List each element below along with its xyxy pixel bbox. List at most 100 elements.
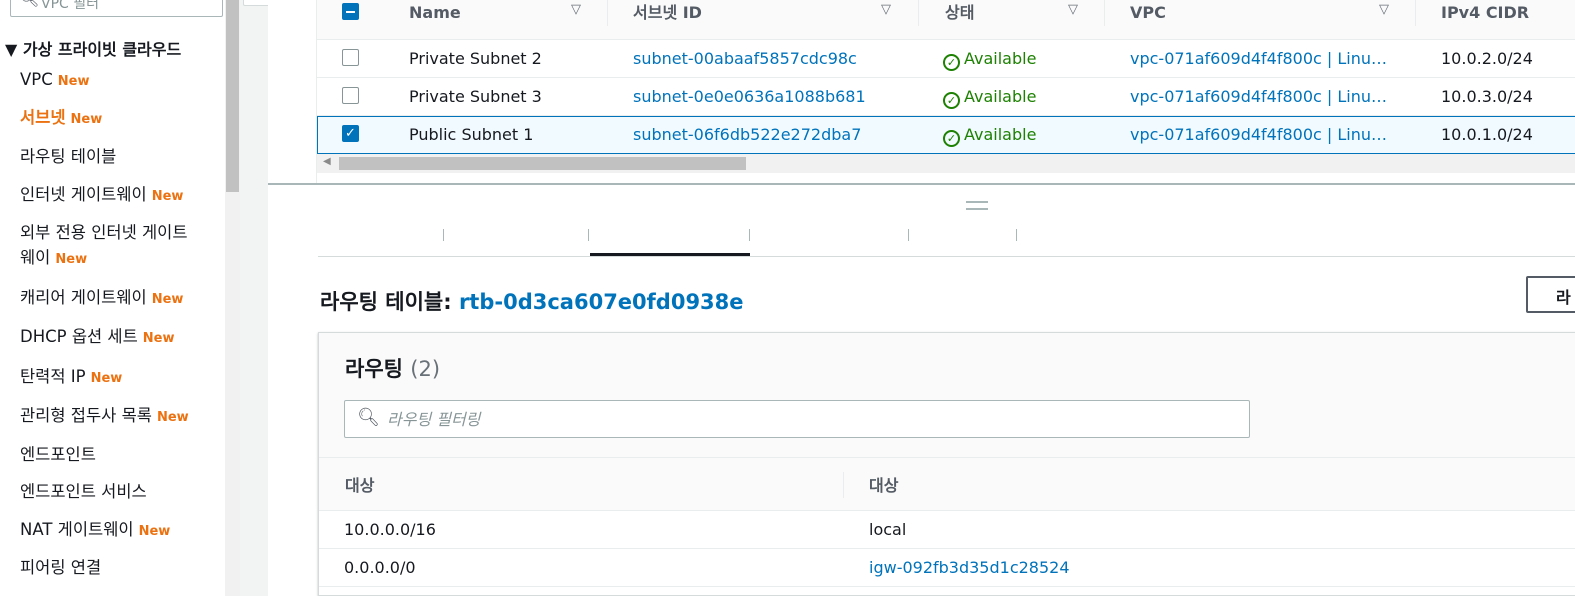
check-circle-icon: ✓ [943, 130, 960, 147]
tab-divider [1016, 229, 1017, 241]
routes-panel-header: 라우팅 (2) 🔍︎ [319, 333, 1575, 458]
cidr-value: 10.0.1.0/24 [1441, 125, 1533, 144]
new-badge: New [70, 112, 103, 127]
sidebar-item-subnets[interactable]: 서브넷 New [20, 106, 102, 132]
tab-divider [443, 229, 444, 241]
sidebar-item-label: 외부 전용 인터넷 게이트 [20, 223, 188, 242]
new-badge: New [156, 410, 189, 425]
sidebar-item-endpoints[interactable]: 엔드포인트 [20, 443, 96, 467]
column-divider[interactable] [1415, 0, 1416, 26]
subnet-id-link[interactable]: subnet-06f6db522e272dba7 [633, 125, 861, 144]
select-all-checkbox[interactable] [342, 3, 359, 20]
gutter [240, 0, 273, 596]
sidebar-nav: 🔍︎ VPC 필터 ▼ 가상 프라이빗 클라우드 VPC New 서브넷 New 라… [0, 0, 225, 596]
sidebar-item-peering[interactable]: 피어링 연결 [20, 556, 101, 580]
vpc-link[interactable]: vpc-071af609d4f4f800c | Linu… [1130, 125, 1387, 144]
routes-filter-field[interactable]: 🔍︎ [344, 400, 1250, 438]
vpc-link[interactable]: vpc-071af609d4f4f800c | Linu… [1130, 49, 1387, 68]
column-divider[interactable] [843, 472, 844, 498]
sidebar-scrollbar-thumb[interactable] [226, 0, 239, 192]
sidebar-item-nat-gateways[interactable]: NAT 게이트웨이 New [20, 518, 170, 544]
sidebar-item-egress-only-igw[interactable]: 외부 전용 인터넷 게이트 [20, 221, 188, 245]
row-checkbox[interactable] [342, 87, 359, 104]
route-table-heading: 라우팅 테이블: rtb-0d3ca607e0fd0938e [320, 286, 744, 316]
sidebar-item-label: 엔드포인트 [20, 445, 96, 464]
route-table-action-button[interactable]: 라 [1526, 276, 1575, 313]
column-divider[interactable] [1104, 0, 1105, 26]
column-header-ipv4-cidr[interactable]: IPv4 CIDR [1441, 0, 1529, 40]
sidebar-item-route-tables[interactable]: 라우팅 테이블 [20, 145, 116, 169]
new-badge: New [57, 74, 90, 89]
sidebar-item-label: 인터넷 게이트웨이 [20, 185, 147, 204]
sort-icon[interactable]: ▽ [881, 2, 891, 17]
routes-filter-input[interactable] [387, 406, 1227, 432]
sidebar-item-prefix-lists[interactable]: 관리형 접두사 목록 New [20, 404, 189, 430]
scrollbar-thumb[interactable] [339, 157, 746, 170]
subnet-name: Public Subnet 1 [409, 125, 534, 144]
route-target-igw-link[interactable]: igw-092fb3d35d1c28524 [869, 558, 1070, 577]
subnet-id-link[interactable]: subnet-00abaaf5857cdc98c [633, 49, 857, 68]
column-header-target[interactable]: 대상 [869, 472, 898, 496]
tab-divider [908, 229, 909, 241]
search-icon: 🔍︎ [19, 0, 39, 8]
vpc-filter-input[interactable]: 🔍︎ VPC 필터 [10, 0, 223, 17]
subnet-name: Private Subnet 2 [409, 49, 542, 68]
sidebar-item-label: 서브넷 [20, 108, 66, 127]
sidebar-group-vpc[interactable]: ▼ 가상 프라이빗 클라우드 [5, 36, 181, 60]
route-row: 0.0.0.0/0 igw-092fb3d35d1c28524 [319, 549, 1575, 587]
row-checkbox-checked[interactable]: ✓ [342, 125, 359, 142]
sidebar-item-dhcp-options[interactable]: DHCP 옵션 세트 New [20, 325, 175, 351]
route-row: 10.0.0.0/16 local [319, 511, 1575, 549]
sidebar-item-vpc[interactable]: VPC New [20, 68, 89, 94]
column-divider[interactable] [918, 0, 919, 26]
tab-route-table-active-indicator[interactable] [590, 253, 750, 256]
route-target: local [869, 520, 907, 539]
column-divider[interactable] [607, 0, 608, 26]
table-horizontal-scrollbar[interactable]: ◀ [317, 154, 1575, 173]
vpc-filter-text: VPC 필터 [41, 0, 100, 12]
search-icon: 🔍︎ [357, 407, 380, 428]
status-text: Available [964, 49, 1037, 68]
vpc-link[interactable]: vpc-071af609d4f4f800c | Linu… [1130, 87, 1387, 106]
route-table-id-link[interactable]: rtb-0d3ca607e0fd0938e [459, 290, 744, 314]
sidebar-item-label: 캐리어 게이트웨이 [20, 288, 147, 307]
sidebar-item-label: NAT 게이트웨이 [20, 520, 134, 539]
sidebar-item-internet-gateways[interactable]: 인터넷 게이트웨이 New [20, 183, 183, 209]
column-header-name[interactable]: Name [409, 0, 461, 40]
routes-count: (2) [410, 357, 441, 381]
sidebar-item-elastic-ips[interactable]: 탄력적 IP New [20, 365, 122, 391]
sidebar-item-egress-only-igw-cont[interactable]: 웨이 New [20, 246, 87, 272]
sidebar-item-carrier-gateways[interactable]: 캐리어 게이트웨이 New [20, 286, 183, 312]
check-circle-icon: ✓ [943, 54, 960, 71]
column-header-state[interactable]: 상태 [945, 0, 974, 40]
new-badge: New [90, 371, 123, 386]
column-header-destination[interactable]: 대상 [345, 472, 374, 496]
table-header: Name ▽ 서브넷 ID ▽ 상태 ▽ VPC ▽ IPv4 CIDR [317, 0, 1575, 40]
check-circle-icon: ✓ [943, 92, 960, 109]
main-content: Name ▽ 서브넷 ID ▽ 상태 ▽ VPC ▽ IPv4 CIDR Pri… [268, 0, 1575, 596]
cidr-value: 10.0.3.0/24 [1441, 87, 1533, 106]
sort-icon[interactable]: ▽ [571, 2, 581, 17]
column-header-subnet-id[interactable]: 서브넷 ID [633, 0, 702, 40]
routes-panel-title: 라우팅 (2) [345, 353, 440, 383]
status-text: Available [964, 87, 1037, 106]
new-badge: New [151, 189, 184, 204]
column-header-vpc[interactable]: VPC [1130, 0, 1166, 40]
new-badge: New [138, 524, 171, 539]
scroll-left-arrow-icon[interactable]: ◀ [323, 156, 331, 167]
sort-icon[interactable]: ▽ [1068, 2, 1078, 17]
subnet-id-link[interactable]: subnet-0e0e0636a1088b681 [633, 87, 866, 106]
row-checkbox[interactable] [342, 49, 359, 66]
split-panel-resize-handle[interactable] [966, 201, 988, 210]
sort-icon[interactable]: ▽ [1379, 2, 1389, 17]
sidebar-item-label: DHCP 옵션 세트 [20, 327, 138, 346]
subnets-table: Name ▽ 서브넷 ID ▽ 상태 ▽ VPC ▽ IPv4 CIDR Pri… [316, 0, 1575, 184]
routes-title-text: 라우팅 [345, 357, 403, 381]
sidebar-item-endpoint-services[interactable]: 엔드포인트 서비스 [20, 480, 147, 504]
subnet-name: Private Subnet 3 [409, 87, 542, 106]
table-row-selected[interactable]: ✓ Public Subnet 1 subnet-06f6db522e272db… [317, 116, 1575, 154]
sidebar-item-label: 웨이 [20, 248, 51, 267]
table-row[interactable]: Private Subnet 3 subnet-0e0e0636a1088b68… [317, 78, 1575, 116]
table-row[interactable]: Private Subnet 2 subnet-00abaaf5857cdc98… [317, 40, 1575, 78]
cidr-value: 10.0.2.0/24 [1441, 49, 1533, 68]
